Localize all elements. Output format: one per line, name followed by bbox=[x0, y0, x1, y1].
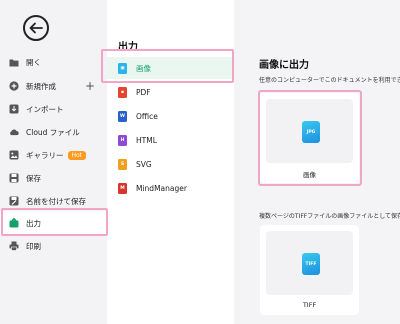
format-item-office[interactable]: W Office bbox=[107, 105, 234, 127]
tiff-file-icon: TIFF bbox=[302, 253, 320, 275]
back-button[interactable] bbox=[23, 15, 49, 41]
office-file-icon: W bbox=[118, 110, 127, 122]
section-description: 任意のコンピューターでこのドキュメントを利用できる bbox=[259, 77, 400, 84]
format-label: SVG bbox=[136, 159, 152, 169]
mindmanager-file-icon: M bbox=[118, 182, 127, 194]
sidebar-item-label: ギャラリー bbox=[26, 150, 64, 160]
sidebar-item-save[interactable]: 保存 bbox=[0, 166, 107, 190]
sidebar-item-print[interactable]: 印刷 bbox=[0, 234, 107, 258]
save-icon bbox=[9, 173, 19, 183]
format-label: Office bbox=[136, 111, 158, 121]
format-label: MindManager bbox=[136, 183, 187, 193]
sidebar-item-label: 名前を付けて保存 bbox=[26, 196, 86, 206]
back-arrow-icon bbox=[29, 22, 43, 34]
highlight-box bbox=[258, 90, 362, 186]
sidebar-item-label: 保存 bbox=[26, 173, 41, 183]
highlight-box bbox=[1, 208, 108, 236]
new-plus-icon[interactable]: + bbox=[85, 80, 95, 92]
save-as-icon bbox=[9, 196, 19, 206]
section-title: 画像に出力 bbox=[259, 60, 309, 71]
plus-circle-icon bbox=[9, 81, 19, 91]
format-item-mindmanager[interactable]: M MindManager bbox=[107, 177, 234, 199]
sidebar-item-cloud[interactable]: Cloud ファイル bbox=[0, 120, 107, 144]
file-sidebar: 開く 新規作成 + インポート Cloud ファイル ギャラリーHot 保存 bbox=[0, 0, 107, 324]
sidebar-item-label: Cloud ファイル bbox=[26, 127, 80, 137]
format-item-html[interactable]: H HTML bbox=[107, 129, 234, 151]
format-label: HTML bbox=[136, 135, 157, 145]
svg-file-icon: S bbox=[118, 158, 127, 170]
import-icon bbox=[9, 104, 19, 114]
format-item-svg[interactable]: S SVG bbox=[107, 153, 234, 175]
print-icon bbox=[9, 241, 19, 251]
hot-badge: Hot bbox=[67, 151, 87, 160]
card-label: TIFF bbox=[302, 301, 317, 309]
format-item-pdf[interactable]: ▪ PDF bbox=[107, 81, 234, 103]
format-label: PDF bbox=[136, 87, 151, 97]
cloud-icon bbox=[9, 127, 19, 137]
highlight-box bbox=[101, 49, 234, 83]
folder-icon bbox=[9, 57, 19, 67]
gallery-icon bbox=[9, 150, 19, 160]
sidebar-item-open[interactable]: 開く bbox=[0, 50, 107, 74]
sidebar-item-label: 開く bbox=[26, 57, 41, 67]
sidebar-item-label: 新規作成 bbox=[26, 81, 56, 91]
sidebar-item-label: 印刷 bbox=[26, 241, 41, 251]
export-card-tiff[interactable]: TIFF TIFF bbox=[260, 225, 359, 315]
sidebar-item-label: インポート bbox=[26, 104, 64, 114]
html-file-icon: H bbox=[118, 134, 127, 146]
section-description: 複数ページのTIFFファイルの画像ファイルとして保存し bbox=[259, 213, 400, 220]
sidebar-item-gallery[interactable]: ギャラリー Hot bbox=[0, 143, 107, 167]
sidebar-item-import[interactable]: インポート bbox=[0, 97, 107, 121]
sidebar-item-new[interactable]: 新規作成 + bbox=[0, 74, 107, 98]
pdf-file-icon: ▪ bbox=[118, 86, 127, 98]
